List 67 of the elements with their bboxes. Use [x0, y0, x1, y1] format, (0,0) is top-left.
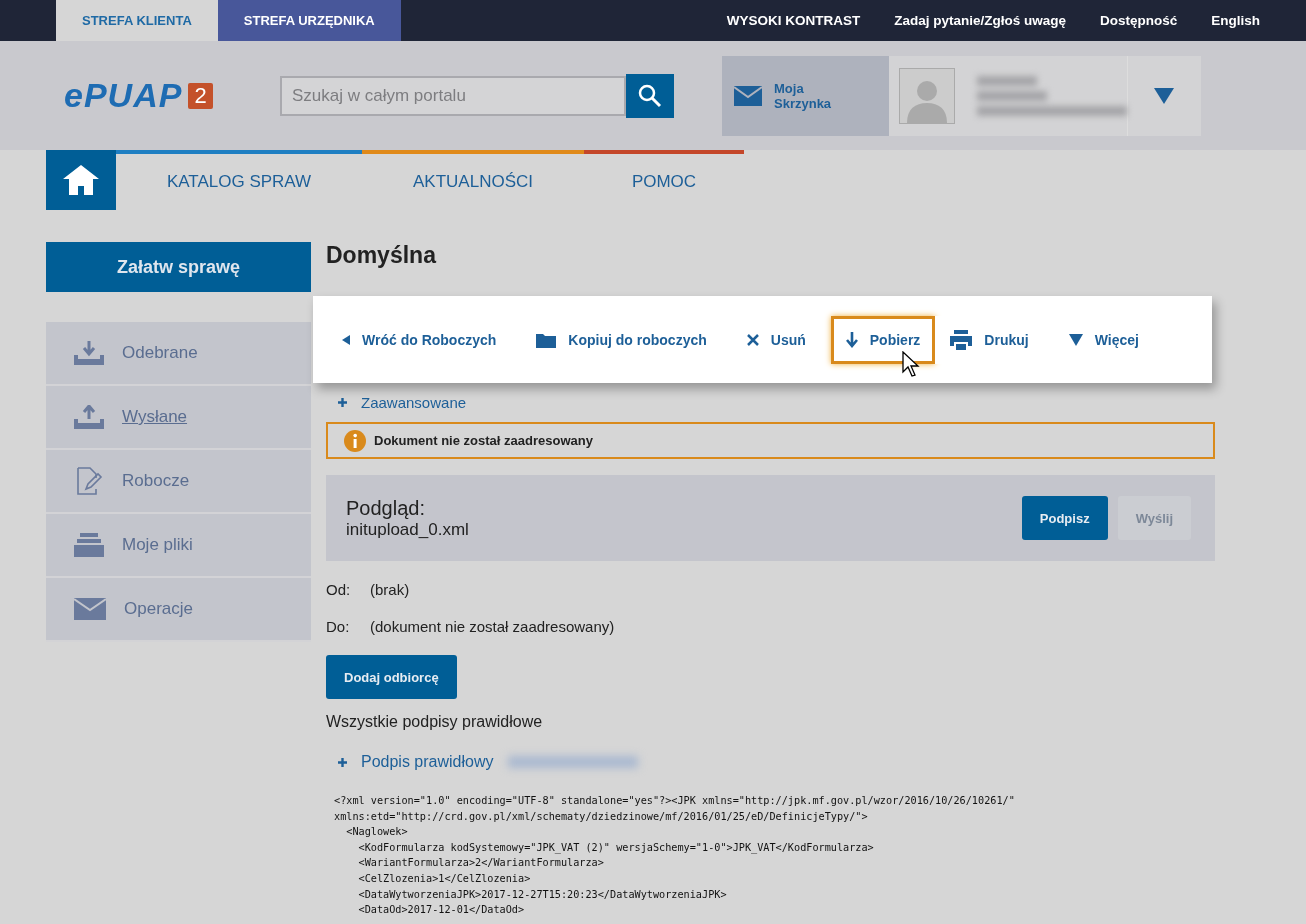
top-link[interactable]: English	[1211, 13, 1260, 28]
top-link[interactable]: WYSOKI KONTRAST	[726, 13, 861, 28]
logo-badge: 2	[188, 82, 213, 109]
field-value: (brak)	[370, 581, 410, 598]
home-icon	[63, 165, 99, 195]
envelope-icon	[74, 598, 106, 620]
alert-text: Dokument nie został zaadresowany	[374, 433, 593, 448]
close-icon	[746, 333, 759, 346]
mouse-pointer-icon	[901, 350, 920, 377]
plus-icon	[338, 398, 347, 407]
xml-line: <KodFormularza kodSystemowy="JPK_VAT (2)" wersjaSchemy="1-0">JPK_VAT</KodFormularza>	[357, 840, 875, 856]
field-value: (dokument nie został zaadresowany)	[370, 618, 615, 635]
sidebar-item[interactable]: Moje pliki	[46, 514, 311, 578]
sidebar-label: Operacje	[124, 599, 193, 619]
preview-heading: Podgląd:	[346, 496, 426, 520]
page-title: Domyślna	[326, 242, 438, 270]
sidebar-label: Odebrane	[122, 343, 198, 363]
sidebar-item[interactable]: Operacje	[46, 578, 311, 642]
down-triangle-icon	[1154, 87, 1175, 104]
logo-text[interactable]: ePUAP	[64, 76, 183, 115]
inbox-download-icon	[74, 341, 104, 365]
sidebar-item[interactable]: Robocze	[46, 450, 311, 514]
search-button[interactable]	[626, 73, 674, 118]
envelope-icon	[734, 85, 762, 106]
mailbox-button[interactable]: Moja Skrzynka	[722, 55, 889, 136]
xml-line: <CelZlozenia>1</CelZlozenia>	[357, 871, 532, 886]
signatures-status: Wszystkie podpisy prawidłowe	[326, 713, 544, 731]
info-icon	[344, 429, 366, 452]
action-button[interactable]: Załatw sprawę	[46, 242, 311, 292]
down-arrow-icon	[845, 331, 858, 348]
upload-icon	[74, 405, 104, 429]
printer-icon	[950, 329, 973, 350]
top-link[interactable]: Dostępność	[1099, 13, 1178, 28]
nav-link[interactable]: POMOC	[584, 150, 744, 210]
sidebar-label: Moje pliki	[122, 535, 193, 555]
left-triangle-icon	[342, 334, 350, 345]
xml-line: xmlns:etd="http://crd.gov.pl/xml/schematy/dziedzinowe/mf/2016/01/25/eD/DefinicjeTypy/">	[334, 809, 869, 824]
field-label: Do:	[326, 618, 351, 635]
search-field[interactable]: Szukaj w całym portalu	[280, 75, 626, 116]
sidebar-label: Robocze	[122, 471, 190, 491]
nav-link[interactable]: KATALOG SPRAW	[116, 150, 362, 210]
zone-tab[interactable]: STREFA URZĘDNIKA	[217, 0, 401, 41]
sign-button[interactable]: Podpisz	[1021, 496, 1108, 540]
xml-line: <DataWytworzeniaJPK>2017-12-27T15:20:23</DataWytworzeniaJPK>	[357, 887, 728, 902]
document-pencil-icon	[74, 467, 104, 495]
sidebar-item[interactable]: Odebrane	[46, 322, 311, 386]
xml-line: <Naglowek>	[345, 825, 409, 840]
xml-line: <?xml version="1.0" encoding="UTF-8" standalone="yes"?><JPK xmlns="http://jpk.mf.gov.pl/wzor/2016/10/26/10261/"	[334, 794, 1016, 808]
xml-line: <DataOd>2017-12-01</DataOd>	[357, 903, 526, 918]
file-name: initupload_0.xml	[346, 519, 469, 540]
zone-tab[interactable]: STREFA KLIENTA	[56, 0, 218, 41]
tray-icon	[74, 533, 104, 557]
top-link[interactable]: Zadaj pytanie/Zgłoś uwagę	[894, 13, 1066, 28]
nav-link[interactable]: AKTUALNOŚCI	[362, 150, 584, 210]
avatar	[899, 67, 955, 124]
add-recipient-button[interactable]: Dodaj odbiorcę	[326, 655, 457, 699]
folder-icon	[536, 331, 557, 348]
xml-line: <WariantFormularza>2</WariantFormularza>	[357, 856, 605, 871]
home-button[interactable]	[46, 150, 116, 210]
plus-icon	[338, 757, 347, 767]
signature-link[interactable]: Podpis prawidłowy	[361, 753, 494, 771]
sidebar-label: Wysłane	[122, 407, 188, 427]
down-triangle-icon	[1068, 333, 1083, 346]
search-icon	[638, 83, 662, 108]
field-label: Od:	[326, 581, 352, 598]
sidebar-item[interactable]: Wysłane	[46, 386, 311, 450]
advanced-link[interactable]: Zaawansowane	[361, 394, 467, 411]
